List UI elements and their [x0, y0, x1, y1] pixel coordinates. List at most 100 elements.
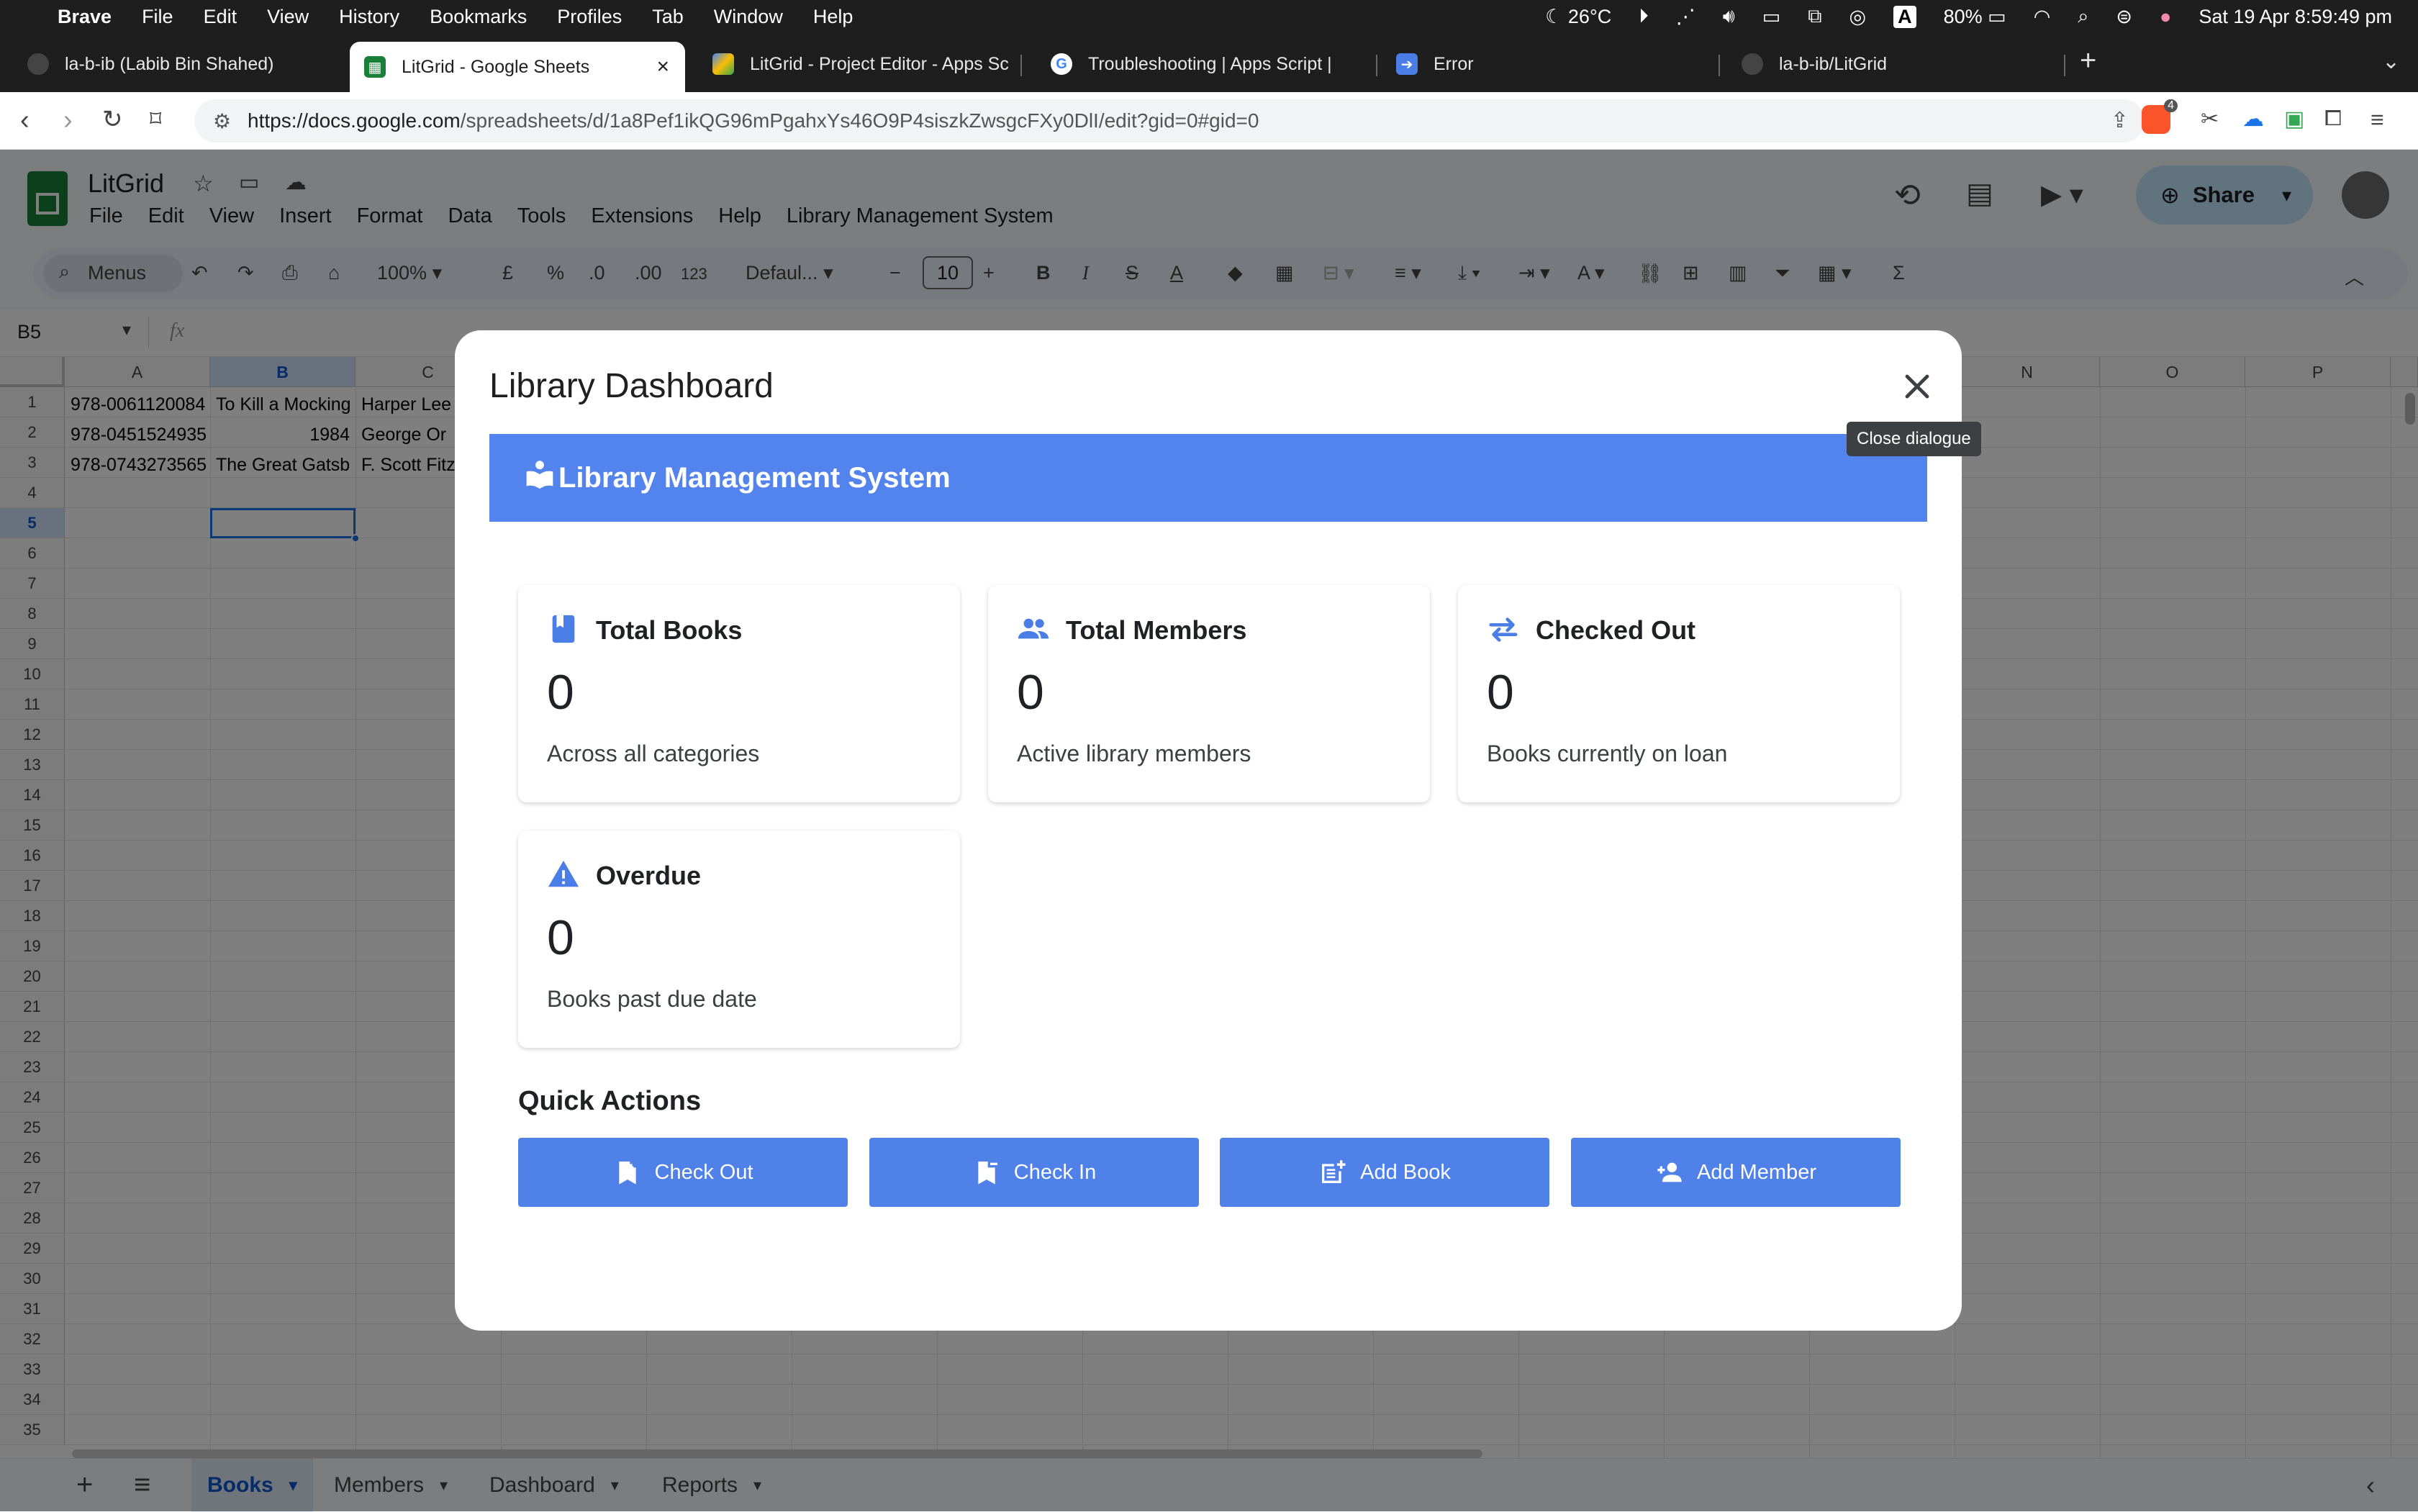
button-label: Add Book: [1360, 1160, 1451, 1184]
button-label: Check Out: [654, 1160, 753, 1184]
browser-tab-github-profile[interactable]: la-b-ib (Labib Bin Shahed): [13, 40, 337, 88]
browser-address-bar: ‹ › ↻ ⌑ ⚙ https://docs.google.com/spread…: [0, 92, 2418, 150]
card-description: Books currently on loan: [1487, 741, 1728, 766]
tab-title: LitGrid - Google Sheets: [402, 56, 590, 77]
tab-search-chevron-icon[interactable]: ⌄: [2382, 49, 2400, 74]
airdrop-icon[interactable]: ◎: [1849, 6, 1867, 28]
reload-icon[interactable]: ↻: [102, 105, 123, 134]
brave-shields-icon[interactable]: 4: [2142, 99, 2178, 134]
bookmark-remove-icon: [978, 1162, 997, 1185]
forward-icon[interactable]: ›: [63, 105, 73, 136]
dots-status-icon[interactable]: ⋰: [1676, 6, 1695, 28]
menubar-profiles[interactable]: Profiles: [557, 6, 622, 28]
menubar-tab[interactable]: Tab: [652, 6, 684, 28]
reading-book-icon: [526, 461, 553, 489]
battery-percent: 80%: [1943, 5, 1983, 27]
browser-tab-apps-script[interactable]: LitGrid - Project Editor - Apps Sc: [698, 40, 1022, 88]
add-book-button[interactable]: Add Book: [1220, 1138, 1549, 1207]
menubar-help[interactable]: Help: [813, 6, 853, 28]
arrow-right-icon: ➔: [1396, 53, 1418, 75]
dialog-banner: Library Management System: [489, 434, 1927, 522]
people-icon: [1018, 618, 1049, 639]
menubar-bookmarks[interactable]: Bookmarks: [430, 6, 527, 28]
warning-icon: [548, 860, 579, 887]
menubar-edit[interactable]: Edit: [204, 6, 237, 28]
post-add-icon: [1322, 1160, 1346, 1183]
tab-title: la-b-ib/LitGrid: [1779, 53, 1888, 74]
tab-title: LitGrid - Project Editor - Apps Sc: [750, 53, 1009, 74]
card-title: Total Books: [596, 615, 743, 645]
card-description: Across all categories: [547, 741, 760, 766]
weather-status[interactable]: ☾ 26°C: [1545, 6, 1611, 28]
wifi-icon[interactable]: ◠: [2034, 6, 2051, 28]
person-add-icon: [1657, 1162, 1682, 1182]
volume-icon[interactable]: 🔊︎: [1723, 5, 1735, 28]
card-value: 0: [1017, 665, 1044, 720]
library-dashboard-dialog: Library Dashboard Library Management Sys…: [455, 330, 1962, 1331]
tab-title: Error: [1434, 53, 1474, 74]
menubar-file[interactable]: File: [142, 6, 173, 28]
stat-card-overdue: Overdue 0 Books past due date: [518, 830, 960, 1048]
siri-icon[interactable]: ●: [2160, 6, 2171, 28]
button-label: Add Member: [1696, 1160, 1816, 1184]
battery-status[interactable]: 80% ▭: [1944, 6, 2006, 28]
card-description: Active library members: [1017, 741, 1251, 766]
input-source-icon[interactable]: A: [1893, 5, 1916, 28]
github-icon: [1742, 53, 1763, 75]
play-icon[interactable]: ⏵: [1639, 5, 1649, 28]
weather-temp: 26°C: [1567, 5, 1612, 27]
menubar-history[interactable]: History: [339, 6, 399, 28]
stat-card-checked-out: Checked Out 0 Books currently on loan: [1458, 585, 1900, 802]
menubar-window[interactable]: Window: [714, 6, 783, 28]
card-value: 0: [1487, 665, 1514, 720]
url-host: https://docs.google.com: [248, 109, 461, 132]
browser-tab-bar: la-b-ib (Labib Bin Shahed) ▦ LitGrid - G…: [0, 33, 2418, 92]
add-member-button[interactable]: Add Member: [1571, 1138, 1901, 1207]
tab-title: la-b-ib (Labib Bin Shahed): [65, 53, 274, 74]
url-field[interactable]: ⚙ https://docs.google.com/spreadsheets/d…: [194, 99, 2145, 142]
new-tab-icon[interactable]: +: [2080, 45, 2096, 77]
google-sheets-icon: ▦: [364, 56, 386, 78]
back-icon[interactable]: ‹: [20, 105, 30, 136]
book-icon: [552, 615, 575, 643]
bookmark-add-icon: [618, 1159, 637, 1185]
close-icon[interactable]: [1900, 369, 1934, 404]
screen-mirror-icon[interactable]: ⧉: [1808, 5, 1821, 28]
check-out-button[interactable]: Check Out: [518, 1138, 848, 1207]
cloud-extension-icon[interactable]: ☁: [2242, 107, 2264, 132]
menubar-view[interactable]: View: [267, 6, 309, 28]
extension-icon[interactable]: ▣: [2284, 107, 2304, 132]
battery-icon: ▭: [1988, 5, 2006, 27]
macos-menubar: Brave File Edit View History Bookmarks P…: [0, 0, 2418, 33]
button-label: Check In: [1013, 1160, 1097, 1184]
close-dialog-tooltip: Close dialogue: [1847, 422, 1981, 456]
spotlight-search-icon[interactable]: ⌕: [2078, 5, 2088, 28]
card-title: Total Members: [1066, 615, 1247, 645]
dialog-title: Library Dashboard: [489, 367, 774, 405]
google-icon: G: [1051, 53, 1072, 75]
browser-tab-github-repo[interactable]: la-b-ib/LitGrid: [1727, 40, 2058, 88]
quick-actions-title: Quick Actions: [518, 1086, 702, 1116]
bookmark-icon[interactable]: ⌑: [150, 105, 161, 132]
share-page-icon[interactable]: ⇪: [2111, 108, 2129, 133]
browser-menu-icon[interactable]: ≡: [2371, 107, 2384, 133]
swap-arrows-icon: [1489, 617, 1518, 642]
card-value: 0: [547, 910, 574, 965]
display-icon[interactable]: ▭: [1762, 6, 1781, 28]
apps-script-icon: [712, 53, 734, 75]
github-icon: [27, 53, 49, 75]
check-in-button[interactable]: Check In: [869, 1138, 1199, 1207]
tab-close-icon[interactable]: ×: [656, 55, 669, 79]
extensions-puzzle-icon[interactable]: ⧠: [2324, 107, 2342, 131]
browser-tab-troubleshooting[interactable]: G Troubleshooting | Apps Script |: [1036, 40, 1353, 88]
url-path: /spreadsheets/d/1a8Pef1ikQG96mPgahxYs46O…: [460, 109, 1259, 132]
menubar-app-name[interactable]: Brave: [58, 6, 112, 28]
extension-icon[interactable]: ✂: [2201, 107, 2219, 132]
card-description: Books past due date: [547, 986, 757, 1012]
card-title: Overdue: [596, 861, 702, 890]
browser-tab-error[interactable]: ➔ Error: [1382, 40, 1713, 88]
site-settings-icon[interactable]: ⚙: [213, 109, 231, 133]
browser-tab-sheets[interactable]: ▦ LitGrid - Google Sheets ×: [350, 42, 685, 92]
control-center-icon[interactable]: ⊜: [2116, 6, 2132, 28]
menubar-clock[interactable]: Sat 19 Apr 8:59:49 pm: [2199, 6, 2392, 28]
